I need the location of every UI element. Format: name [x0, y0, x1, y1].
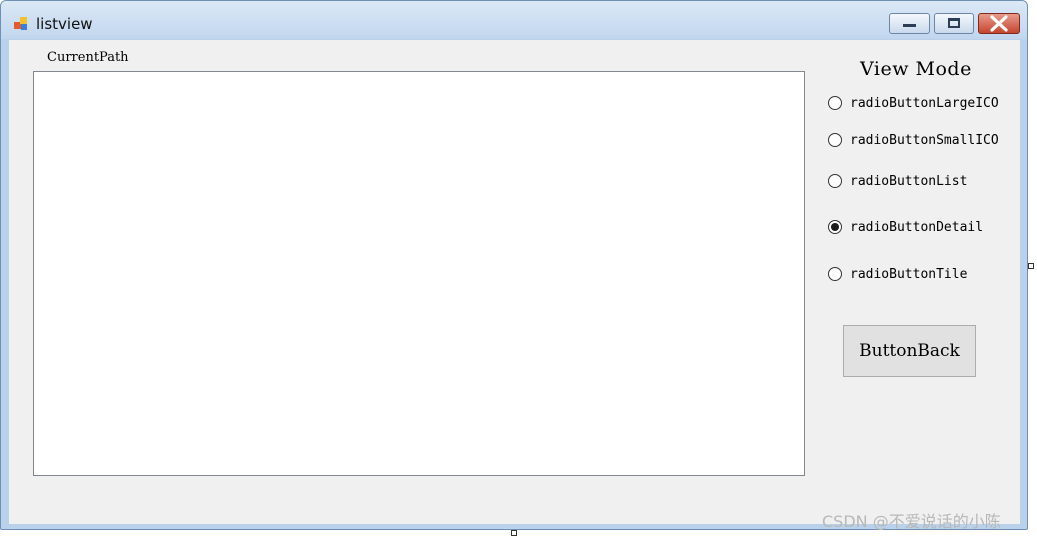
radio-label: radioButtonList: [850, 173, 968, 189]
maximize-icon: [948, 18, 960, 28]
close-button[interactable]: [978, 13, 1020, 34]
radio-unchecked-icon[interactable]: [828, 96, 842, 110]
form-client-area: CurrentPath View Mode radioButtonLargeIC…: [9, 40, 1020, 524]
window-title: listview: [36, 15, 93, 33]
radio-unchecked-icon[interactable]: [828, 174, 842, 188]
radio-label: radioButtonSmallICO: [850, 132, 999, 148]
back-button[interactable]: ButtonBack: [843, 325, 976, 377]
radio-button-tile[interactable]: radioButtonTile: [828, 264, 967, 284]
form-window: listview CurrentPath View Mode radioButt…: [0, 0, 1028, 530]
winforms-app-icon: [14, 17, 27, 30]
radio-checked-icon[interactable]: [828, 220, 842, 234]
maximize-button[interactable]: [934, 13, 974, 34]
view-mode-title: View Mode: [860, 58, 972, 80]
resize-handle-right[interactable]: [1028, 263, 1034, 269]
radio-button-list[interactable]: radioButtonList: [828, 171, 967, 191]
radio-unchecked-icon[interactable]: [828, 267, 842, 281]
minimize-button[interactable]: [889, 13, 930, 34]
minimize-icon: [903, 24, 916, 27]
radio-label: radioButtonTile: [850, 266, 968, 282]
list-view[interactable]: [33, 71, 805, 476]
radio-button-small-ico[interactable]: radioButtonSmallICO: [828, 130, 999, 150]
radio-unchecked-icon[interactable]: [828, 133, 842, 147]
current-path-label: CurrentPath: [47, 50, 129, 65]
watermark: CSDN @不爱说话的小陈: [822, 512, 1001, 531]
resize-handle-bottom[interactable]: [511, 530, 517, 536]
radio-label: radioButtonLargeICO: [850, 95, 999, 111]
radio-button-detail[interactable]: radioButtonDetail: [828, 217, 983, 237]
radio-label: radioButtonDetail: [850, 219, 984, 235]
close-icon: [990, 15, 1008, 32]
radio-button-large-ico[interactable]: radioButtonLargeICO: [828, 93, 999, 113]
title-bar[interactable]: listview: [1, 1, 1027, 39]
